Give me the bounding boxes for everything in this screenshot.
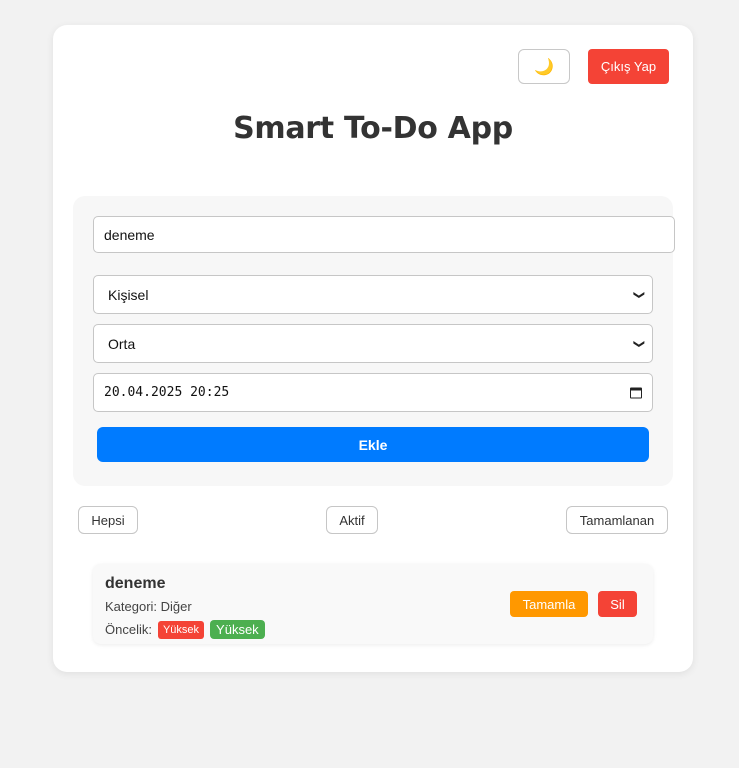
priority-select[interactable]: Orta ❯	[93, 324, 653, 363]
task-title-input[interactable]: deneme	[93, 216, 675, 253]
page-title: Smart To-Do App	[233, 111, 513, 146]
status-badge: Yüksek	[210, 620, 265, 639]
task-category: Kategori: Diğer	[105, 599, 192, 614]
moon-icon: 🌙	[534, 58, 554, 76]
category-select-value: Kişisel	[108, 286, 149, 303]
filter-all-button[interactable]: Hepsi	[78, 506, 138, 534]
priority-badge: Yüksek	[157, 620, 205, 639]
due-datetime-input[interactable]: 20.04.2025 20:25	[93, 373, 653, 412]
priority-select-value: Orta	[108, 335, 136, 352]
app-card: 🌙 Çıkış Yap Smart To-Do App deneme Kişis…	[53, 25, 693, 672]
chevron-down-icon: ❯	[632, 289, 645, 300]
task-priority: Öncelik: Yüksek Yüksek	[105, 620, 265, 639]
add-task-button[interactable]: Ekle	[97, 427, 649, 462]
chevron-down-icon: ❯	[632, 338, 645, 349]
task-item: deneme Kategori: Diğer Öncelik: Yüksek Y…	[93, 564, 653, 644]
filter-active-button[interactable]: Aktif	[326, 506, 378, 534]
logout-button[interactable]: Çıkış Yap	[588, 49, 669, 84]
filter-completed-button[interactable]: Tamamlanan	[566, 506, 668, 534]
add-task-form: deneme Kişisel ❯ Orta ❯ 20.04.2025 20:25…	[73, 196, 675, 486]
task-title-input-value: deneme	[104, 226, 155, 243]
delete-task-button[interactable]: Sil	[598, 591, 637, 617]
task-title: deneme	[105, 575, 166, 592]
due-datetime-value: 20.04.2025 20:25	[104, 385, 230, 400]
theme-toggle-button[interactable]: 🌙	[518, 49, 570, 84]
task-priority-label: Öncelik:	[105, 622, 152, 637]
complete-task-button[interactable]: Tamamla	[510, 591, 588, 617]
calendar-icon[interactable]	[630, 387, 642, 398]
category-select[interactable]: Kişisel ❯	[93, 275, 653, 314]
